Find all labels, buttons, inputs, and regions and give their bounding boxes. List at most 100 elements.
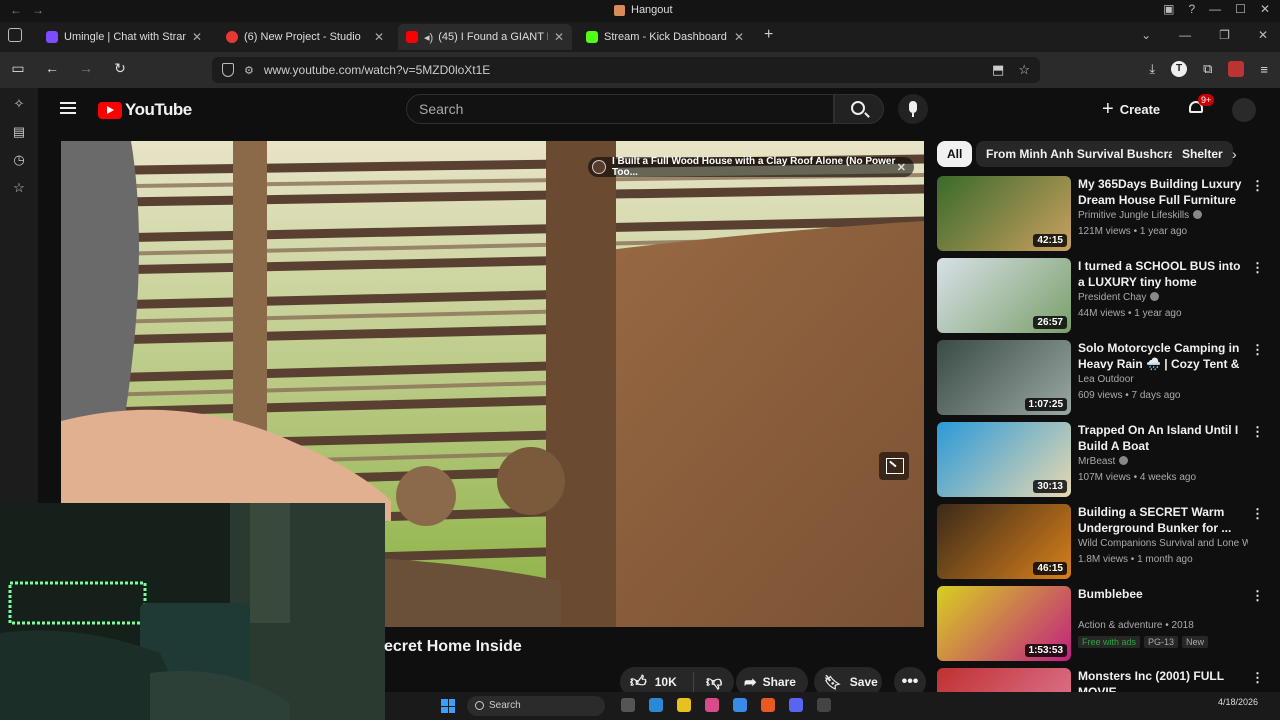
- file-explorer-icon[interactable]: [677, 698, 691, 712]
- youtube-logo[interactable]: YouTube: [98, 100, 192, 120]
- screenshot-icon[interactable]: ▣: [1163, 2, 1174, 16]
- sidebar-panel-icon[interactable]: ▭: [8, 60, 28, 77]
- dislike-button[interactable]: 👎︎: [694, 673, 722, 692]
- recommendation-channel[interactable]: Primitive Jungle Lifeskills: [1078, 210, 1248, 221]
- chips-next-chevron-icon[interactable]: ›: [1232, 146, 1237, 162]
- favorites-star-icon[interactable]: ☆: [11, 180, 27, 196]
- task-view-icon[interactable]: [621, 698, 635, 712]
- recommendation-channel[interactable]: Action & adventure • 2018: [1078, 620, 1248, 631]
- close-tab-icon[interactable]: ✕: [554, 30, 564, 44]
- extension-badge-icon[interactable]: [1228, 61, 1245, 77]
- tab-kick[interactable]: Stream - Kick Dashboard ✕: [578, 24, 752, 50]
- recommendation-title[interactable]: I turned a SCHOOL BUS into a LUXURY tiny…: [1078, 258, 1244, 290]
- restore-icon[interactable]: ❐: [1219, 28, 1230, 42]
- windows-start-icon[interactable]: [441, 699, 455, 713]
- taskbar-search[interactable]: Search: [467, 696, 605, 716]
- close-tab-icon[interactable]: ✕: [192, 30, 202, 44]
- tab-youtube-active[interactable]: ◂) (45) I Found a GIANT HOLLOW ✕: [398, 24, 572, 50]
- more-options-icon[interactable]: ⋮: [1251, 424, 1264, 440]
- menu-icon[interactable]: ≡: [1260, 62, 1268, 77]
- profile-avatar[interactable]: T: [1171, 61, 1188, 77]
- window-nav-arrows[interactable]: ←→: [10, 3, 54, 17]
- tab-studio[interactable]: (6) New Project - Studio ✕: [218, 24, 392, 50]
- more-options-icon[interactable]: ⋮: [1251, 342, 1264, 358]
- recommendation-channel[interactable]: Wild Companions Survival and Lone Wo...: [1078, 538, 1248, 549]
- back-button[interactable]: ←: [42, 60, 62, 77]
- guide-menu-icon[interactable]: [60, 102, 76, 114]
- webcam-feed: [0, 503, 385, 720]
- recommendation-title[interactable]: Trapped On An Island Until I Build A Boa…: [1078, 422, 1244, 454]
- chip-channel[interactable]: From Minh Anh Survival Bushcraft: [976, 141, 1193, 167]
- forward-button[interactable]: →: [76, 60, 96, 77]
- recommendation-channel[interactable]: President Chay: [1078, 292, 1248, 303]
- store-icon[interactable]: [705, 698, 719, 712]
- more-options-icon[interactable]: ⋮: [1251, 260, 1264, 276]
- recommendation-item[interactable]: 42:15 My 365Days Building Luxury Dream Ho…: [937, 176, 1265, 254]
- video-thumbnail[interactable]: 1:07:25: [937, 340, 1071, 415]
- video-thumbnail[interactable]: 46:15: [937, 504, 1071, 579]
- notifications-bell-icon[interactable]: 9+: [1188, 94, 1215, 116]
- close-window-button[interactable]: ✕: [1260, 2, 1270, 16]
- create-button[interactable]: + Create: [1102, 98, 1160, 120]
- search-button[interactable]: [834, 94, 884, 124]
- extensions-icon[interactable]: ⧉: [1203, 61, 1212, 77]
- edge-icon[interactable]: [649, 698, 663, 712]
- video-thumbnail[interactable]: 1:53:53: [937, 586, 1071, 661]
- video-thumbnail[interactable]: 42:15: [937, 176, 1071, 251]
- recommendation-title[interactable]: Solo Motorcycle Camping in Heavy Rain 🌧️…: [1078, 340, 1244, 372]
- downloads-icon[interactable]: ⤓: [1149, 61, 1155, 77]
- reading-list-icon[interactable]: ▤: [11, 124, 27, 140]
- recommendation-item[interactable]: 1:53:53 Bumblebee Action & adventure • 201…: [937, 586, 1265, 664]
- chip-all[interactable]: All: [937, 141, 973, 167]
- sidebar-toggle-icon[interactable]: [8, 28, 22, 42]
- url-bar[interactable]: ⚙ www.youtube.com/watch?v=5MZD0loXt1E ⬒ …: [212, 57, 1040, 83]
- recommendation-channel[interactable]: Lea Outdoor: [1078, 374, 1248, 385]
- miniplayer-icon[interactable]: [879, 452, 909, 480]
- recommendation-title[interactable]: Bumblebee: [1078, 586, 1244, 602]
- recommendation-item[interactable]: 30:13 Trapped On An Island Until I Build …: [937, 422, 1265, 500]
- end-screen-next-video-card[interactable]: I Built a Full Wood House with a Clay Ro…: [588, 156, 914, 178]
- help-icon[interactable]: ?: [1188, 2, 1195, 16]
- ai-sparkle-icon[interactable]: ✧: [11, 96, 27, 112]
- shield-icon[interactable]: [222, 63, 234, 77]
- voice-search-mic-icon[interactable]: [898, 94, 928, 124]
- speaker-icon[interactable]: ◂): [424, 31, 433, 44]
- reload-button[interactable]: ↻: [110, 60, 130, 77]
- recommendation-item[interactable]: 1:07:25 Solo Motorcycle Camping in Heavy …: [937, 340, 1265, 418]
- recommendation-meta: 609 views • 7 days ago: [1078, 390, 1181, 401]
- hangout-taskbar-icon[interactable]: [817, 698, 831, 712]
- more-options-icon[interactable]: ⋮: [1251, 670, 1264, 686]
- bookmark-star-icon[interactable]: ☆: [1018, 62, 1030, 78]
- close-icon[interactable]: ✕: [1258, 28, 1268, 42]
- video-thumbnail[interactable]: 26:57: [937, 258, 1071, 333]
- site-settings-icon[interactable]: ⚙: [244, 64, 254, 77]
- share-label: Share: [762, 675, 796, 689]
- chip-shelter[interactable]: Shelter: [1172, 141, 1233, 167]
- account-avatar[interactable]: [1232, 98, 1256, 122]
- mail-icon[interactable]: [733, 698, 747, 712]
- tab-list-chevron-icon[interactable]: ⌄: [1141, 28, 1151, 42]
- new-tab-button[interactable]: +: [764, 26, 773, 44]
- video-thumbnail[interactable]: 30:13: [937, 422, 1071, 497]
- minimize-window-button[interactable]: —: [1209, 2, 1221, 16]
- close-tab-icon[interactable]: ✕: [734, 30, 744, 44]
- maximize-window-button[interactable]: ☐: [1235, 2, 1246, 16]
- brave-icon[interactable]: [761, 698, 775, 712]
- more-options-icon[interactable]: ⋮: [1251, 178, 1264, 194]
- history-icon[interactable]: ◷: [11, 152, 27, 168]
- search-input[interactable]: Search: [406, 94, 834, 124]
- close-tab-icon[interactable]: ✕: [374, 30, 384, 44]
- recommendation-title[interactable]: Building a SECRET Warm Underground Bunke…: [1078, 504, 1244, 536]
- recommendation-item[interactable]: 46:15 Building a SECRET Warm Underground …: [937, 504, 1265, 582]
- recommendation-channel[interactable]: MrBeast: [1078, 456, 1248, 467]
- discord-icon[interactable]: [789, 698, 803, 712]
- tab-umingle[interactable]: Umingle | Chat with Strangers In ✕: [38, 24, 210, 50]
- recommendation-title[interactable]: My 365Days Building Luxury Dream House F…: [1078, 176, 1244, 208]
- install-app-icon[interactable]: ⬒: [992, 62, 1004, 78]
- like-button[interactable]: 👍︎ 10K: [620, 672, 694, 692]
- close-icon[interactable]: ✕: [897, 161, 906, 174]
- minimize-icon[interactable]: —: [1179, 28, 1191, 42]
- more-options-icon[interactable]: ⋮: [1251, 506, 1264, 522]
- more-options-icon[interactable]: ⋮: [1251, 588, 1264, 604]
- recommendation-item[interactable]: 26:57 I turned a SCHOOL BUS into a LUXURY…: [937, 258, 1265, 336]
